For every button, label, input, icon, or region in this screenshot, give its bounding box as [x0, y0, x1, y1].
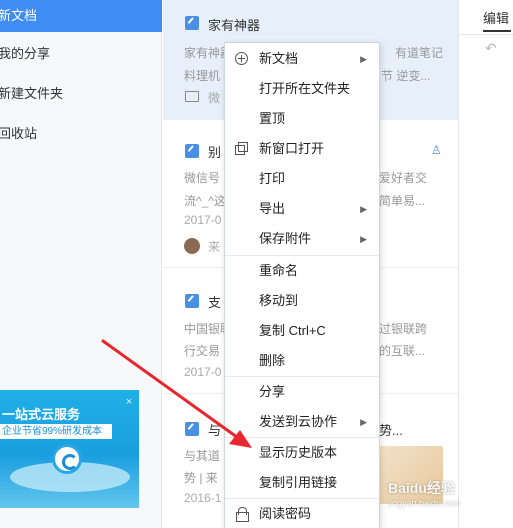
sidebar-item-recycle-bin[interactable]: 回收站: [0, 118, 162, 150]
watermark: Baidu经验 jingyan.baidu.com: [388, 478, 508, 514]
card-snippet: 有道笔记: [395, 46, 444, 60]
menu-item-label: 复制引用链接: [259, 475, 338, 490]
menu-item-share[interactable]: 分享: [225, 377, 379, 407]
ad-subtitle: 企业节省99%研发成本: [0, 424, 112, 439]
menu-item-label: 分享: [259, 384, 286, 399]
menu-item-label: 重命名: [259, 263, 299, 278]
menu-item-export[interactable]: 导出 ▶: [225, 194, 379, 224]
card-snippet: 流^_^这: [184, 194, 226, 208]
card-snippet: 爱好者交: [379, 171, 428, 185]
menu-item-label: 发送到云协作: [259, 414, 338, 429]
context-menu: 新文档 ▶ 打开所在文件夹 置顶 新窗口打开 打印 导出 ▶ 保存附件 ▶ 重命…: [224, 42, 380, 528]
chevron-right-icon: ▶: [360, 417, 367, 427]
divider: [459, 34, 513, 35]
card-snippet: 与其道: [184, 449, 221, 463]
menu-item-label: 打开所在文件夹: [259, 81, 351, 96]
sidebar-item-my-share[interactable]: 我的分享: [0, 38, 162, 70]
ad-title: 一站式云服务: [2, 407, 81, 422]
card-snippet: 料理机: [184, 69, 221, 83]
menu-item-delete[interactable]: 删除: [225, 346, 379, 376]
watermark-sub: jingyan.baidu.com: [388, 498, 461, 508]
menu-item-move-to[interactable]: 移动到: [225, 286, 379, 316]
watermark-text: Baidu经验: [388, 480, 455, 496]
sidebar-item-new-doc[interactable]: 新文档: [0, 0, 162, 32]
card-snippet: 行交易: [184, 344, 221, 358]
sidebar-item-label: 新文档: [0, 8, 38, 23]
note-icon: [185, 144, 199, 158]
card-date: 2017-0: [184, 365, 222, 379]
undo-icon[interactable]: ↶: [485, 40, 497, 57]
card-snippet: 微信号: [184, 171, 221, 185]
menu-item-print[interactable]: 打印: [225, 164, 379, 194]
shared-user-icon: ♙: [431, 143, 442, 157]
note-icon: [185, 16, 199, 30]
editor-panel: 编辑 ↶: [458, 0, 513, 528]
sidebar-item-label: 新建文件夹: [0, 86, 64, 101]
tab-underline: [483, 30, 511, 32]
menu-item-open-folder[interactable]: 打开所在文件夹: [225, 74, 379, 104]
menu-item-copy-link[interactable]: 复制引用链接: [225, 468, 379, 498]
card-date: 2016-1: [184, 491, 222, 505]
sidebar-item-label: 回收站: [0, 126, 38, 141]
chevron-right-icon: ▶: [360, 234, 367, 244]
card-snippet: 势 | 来: [184, 471, 218, 485]
menu-item-rename[interactable]: 重命名: [225, 256, 379, 286]
card-title: 与: [208, 423, 222, 438]
menu-item-copy[interactable]: 复制 Ctrl+C: [225, 316, 379, 346]
card-snippet: 的互联...: [379, 344, 426, 358]
card-title-right: 势...: [379, 423, 403, 438]
card-snippet: 过银联跨: [379, 322, 428, 336]
menu-item-label: 置顶: [259, 111, 286, 126]
menu-item-save-attachment[interactable]: 保存附件 ▶: [225, 224, 379, 254]
menu-item-label: 删除: [259, 353, 286, 368]
avatar: [184, 238, 200, 254]
menu-item-new-doc[interactable]: 新文档 ▶: [225, 44, 379, 74]
sidebar-item-new-folder[interactable]: 新建文件夹: [0, 78, 162, 110]
close-icon[interactable]: ×: [123, 396, 135, 408]
menu-item-label: 新文档: [259, 51, 299, 66]
ad-banner[interactable]: 一站式云服务 企业节省99%研发成本 ×: [0, 390, 139, 508]
card-date: 2017-0: [184, 213, 222, 227]
folder-icon: [185, 91, 199, 102]
note-icon: [185, 294, 199, 308]
card-title: 家有神器: [208, 18, 261, 33]
menu-item-read-password[interactable]: 阅读密码: [225, 499, 379, 528]
card-snippet: 节 逆变...: [381, 69, 431, 83]
menu-item-show-history[interactable]: 显示历史版本: [225, 438, 379, 468]
cloud-logo-icon: [52, 444, 82, 474]
menu-item-label: 保存附件: [259, 231, 312, 246]
sidebar: 新文档 我的分享 新建文件夹 回收站 一站式云服务 企业节省99%研发成本 ×: [0, 0, 162, 528]
card-title: 别: [208, 145, 222, 160]
sidebar-item-label: 我的分享: [0, 46, 51, 61]
menu-item-open-new-window[interactable]: 新窗口打开: [225, 134, 379, 164]
chevron-right-icon: ▶: [360, 204, 367, 214]
menu-item-label: 显示历史版本: [259, 445, 338, 460]
card-title: 支: [208, 295, 222, 310]
menu-item-label: 打印: [259, 171, 286, 186]
menu-item-label: 新窗口打开: [259, 141, 325, 156]
menu-item-label: 导出: [259, 201, 286, 216]
plus-circle-icon: [235, 52, 248, 65]
menu-item-label: 复制 Ctrl+C: [259, 323, 326, 338]
lock-icon: [235, 507, 249, 522]
menu-item-pin-top[interactable]: 置顶: [225, 104, 379, 134]
card-folder: 微: [208, 91, 221, 105]
menu-item-label: 阅读密码: [259, 506, 312, 521]
new-window-icon: [235, 142, 248, 155]
chevron-right-icon: ▶: [360, 54, 367, 64]
card-snippet: 简单易...: [379, 194, 426, 208]
note-icon: [185, 422, 199, 436]
card-author: 来: [208, 240, 221, 254]
menu-item-send-to-cloud-collab[interactable]: 发送到云协作 ▶: [225, 407, 379, 437]
menu-item-label: 移动到: [259, 293, 299, 308]
tab-edit[interactable]: 编辑: [483, 8, 509, 27]
